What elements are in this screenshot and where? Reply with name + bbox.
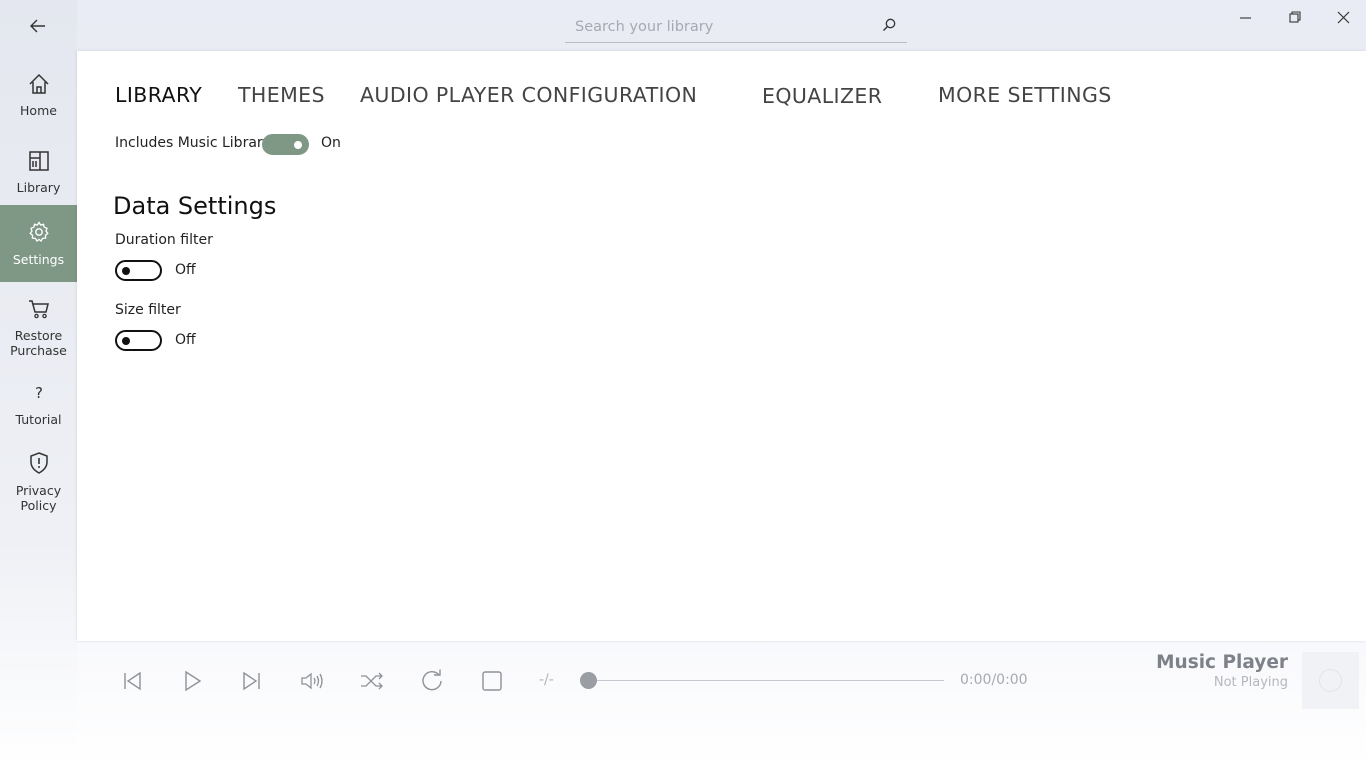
previous-button[interactable] <box>119 668 145 694</box>
volume-icon <box>301 672 323 690</box>
sidebar-item-home[interactable]: Home <box>0 62 77 128</box>
gear-icon <box>28 221 49 242</box>
now-playing-title: Music Player <box>1156 652 1288 673</box>
repeat-button[interactable] <box>419 668 445 694</box>
back-arrow-icon <box>30 19 45 33</box>
album-art[interactable] <box>1302 652 1359 709</box>
svg-text:?: ? <box>35 384 43 402</box>
sidebar-item-label: Library <box>16 179 61 195</box>
close-icon <box>1337 11 1350 24</box>
repeat-icon <box>422 669 442 691</box>
sidebar-item-label: Tutorial <box>15 411 62 427</box>
search-input[interactable] <box>573 14 867 40</box>
shield-icon <box>29 452 48 474</box>
back-button[interactable] <box>22 12 54 40</box>
player-bar: -/- 0:00/0:00 Music Player Not Playing <box>102 641 1366 721</box>
size-filter-state: Off <box>175 332 196 348</box>
restore-icon <box>1289 11 1301 23</box>
shuffle-button[interactable] <box>359 668 385 694</box>
data-settings-title: Data Settings <box>113 192 277 220</box>
tab-library[interactable]: LIBRARY <box>115 83 202 107</box>
sidebar-item-tutorial[interactable]: ? Tutorial <box>0 374 77 434</box>
size-filter-toggle[interactable] <box>115 330 162 351</box>
size-filter-label: Size filter <box>115 302 181 318</box>
skip-previous-icon <box>124 671 141 691</box>
library-icon <box>28 150 49 171</box>
minimize-icon <box>1240 17 1251 19</box>
play-button[interactable] <box>179 668 205 694</box>
toggle-knob <box>122 266 130 275</box>
sidebar-item-restore-purchase[interactable]: Restore Purchase <box>0 292 77 364</box>
duration-filter-toggle[interactable] <box>115 260 162 281</box>
cart-icon <box>28 300 49 319</box>
question-mark-icon: ? <box>35 384 43 402</box>
stop-button[interactable] <box>479 668 505 694</box>
home-icon <box>28 73 49 94</box>
toggle-knob <box>122 336 130 345</box>
play-icon <box>185 670 202 692</box>
tab-audio-player-configuration[interactable]: AUDIO PLAYER CONFIGURATION <box>360 83 697 107</box>
restore-button[interactable] <box>1280 8 1310 28</box>
now-playing-status: Not Playing <box>1213 675 1288 690</box>
duration-filter-state: Off <box>175 262 196 278</box>
volume-button[interactable] <box>299 668 325 694</box>
sidebar-item-label: Purchase <box>10 343 67 358</box>
skip-next-icon <box>243 671 260 691</box>
sidebar-item-label: Home <box>20 102 57 118</box>
includes-music-library-toggle[interactable] <box>262 134 309 155</box>
toggle-knob <box>294 140 302 149</box>
next-button[interactable] <box>239 668 265 694</box>
disc-icon <box>1319 669 1342 692</box>
sidebar-item-label: Settings <box>12 252 65 267</box>
sidebar-item-privacy-policy[interactable]: Privacy Policy <box>0 446 77 518</box>
close-button[interactable] <box>1329 8 1359 28</box>
tab-more-settings[interactable]: MORE SETTINGS <box>938 83 1112 107</box>
includes-music-library-state: On <box>321 135 341 151</box>
sidebar-item-label: Privacy <box>15 483 62 498</box>
includes-music-library-label: Includes Music Library <box>115 135 271 151</box>
tab-themes[interactable]: THEMES <box>238 83 325 107</box>
sidebar-item-label: Restore <box>14 328 63 343</box>
sidebar-item-label: Policy <box>20 498 57 513</box>
duration-filter-label: Duration filter <box>115 232 213 248</box>
sidebar: Home Library Settings Restore Purchase ?… <box>0 0 77 768</box>
search-box <box>565 10 907 43</box>
settings-panel: LIBRARY THEMES AUDIO PLAYER CONFIGURATIO… <box>77 51 1366 641</box>
time-display: 0:00/0:00 <box>960 672 1028 688</box>
search-icon[interactable] <box>881 17 897 33</box>
seek-bar[interactable] <box>590 680 944 681</box>
playback-rate: -/- <box>539 672 554 688</box>
tab-equalizer[interactable]: EQUALIZER <box>762 84 882 108</box>
stop-icon <box>482 671 502 691</box>
seek-thumb[interactable] <box>580 672 597 689</box>
shuffle-icon <box>361 672 383 690</box>
minimize-button[interactable] <box>1231 8 1261 28</box>
sidebar-item-library[interactable]: Library <box>0 139 77 205</box>
sidebar-item-settings[interactable]: Settings <box>0 205 77 282</box>
